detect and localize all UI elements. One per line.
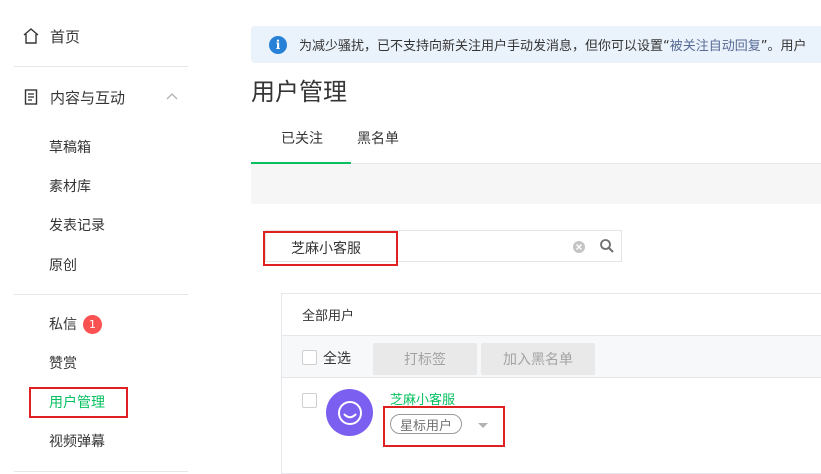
sidebar-item-likes[interactable]: 赞赏: [49, 352, 77, 374]
notice-text-suffix: ”。用户: [760, 39, 807, 54]
row-checkbox[interactable]: [302, 393, 317, 408]
add-blacklist-button[interactable]: 加入黑名单: [481, 343, 595, 375]
sidebar-item-label: 私信: [49, 317, 77, 333]
divider: [14, 66, 188, 67]
sidebar-item-publish-records[interactable]: 发表记录: [49, 214, 105, 236]
smile-icon: [337, 400, 362, 425]
highlight-box: [383, 406, 505, 447]
notice-text: 为减少骚扰，已不支持向新关注用户手动发消息，但你可以设置“: [299, 39, 670, 54]
panel-header: 全部用户: [302, 309, 355, 324]
tag-button[interactable]: 打标签: [373, 343, 477, 375]
highlight-box: [29, 387, 128, 418]
info-icon: i: [269, 35, 287, 54]
select-all-label[interactable]: 全选: [323, 348, 351, 368]
sidebar-section-label: 内容与互动: [50, 88, 126, 107]
sidebar-item-video-danmaku[interactable]: 视频弹幕: [49, 430, 105, 452]
sidebar-item-messages[interactable]: 私信 1: [49, 313, 102, 335]
avatar[interactable]: [326, 389, 373, 436]
user-list-panel: 全部用户 全选 打标签 加入黑名单 芝麻小客服 星标用户: [281, 293, 821, 474]
highlight-box: [263, 231, 398, 266]
divider: [14, 294, 188, 295]
batch-toolbar: 全选 打标签 加入黑名单: [282, 335, 821, 378]
auto-reply-link[interactable]: 被关注自动回复: [670, 35, 761, 54]
document-icon: [22, 88, 40, 106]
sidebar-item-drafts[interactable]: 草稿箱: [49, 136, 91, 158]
section-gap: [251, 164, 821, 204]
tab-followed[interactable]: 已关注: [251, 128, 351, 165]
page-title: 用户管理: [251, 78, 347, 106]
clear-icon[interactable]: [572, 240, 586, 254]
tab-blacklist[interactable]: 黑名单: [357, 128, 399, 164]
table-row: 芝麻小客服 星标用户: [282, 378, 821, 474]
notice-banner: i 为减少骚扰，已不支持向新关注用户手动发消息，但你可以设置“ 被关注自动回复”。…: [251, 26, 821, 63]
sidebar-item-label: 首页: [50, 27, 81, 46]
sidebar-item-home[interactable]: 首页: [22, 24, 80, 48]
unread-badge: 1: [83, 314, 102, 334]
sidebar-section-content[interactable]: 内容与互动: [22, 85, 188, 109]
chevron-up-icon[interactable]: [164, 89, 180, 105]
search-icon[interactable]: [599, 238, 615, 254]
tab-bar: 已关注 黑名单: [251, 128, 821, 165]
sidebar-item-original[interactable]: 原创: [49, 254, 77, 276]
sidebar-item-materials[interactable]: 素材库: [49, 175, 91, 197]
divider: [14, 471, 188, 472]
select-all-checkbox[interactable]: [302, 350, 317, 365]
home-icon: [22, 27, 40, 45]
